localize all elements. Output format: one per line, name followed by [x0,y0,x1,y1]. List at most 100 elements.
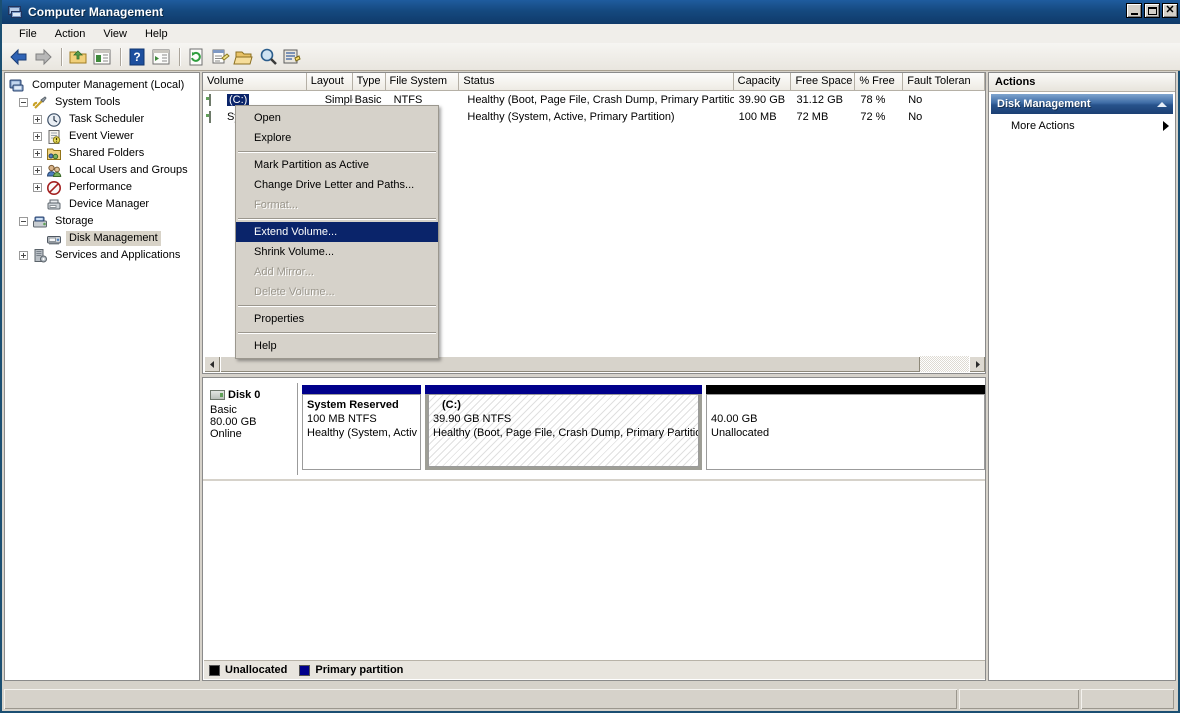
volume-icon [209,111,224,122]
console-tree-pane: Computer Management (Local) System Tools… [4,72,200,681]
computer-icon [9,78,25,94]
up-folder-icon[interactable] [67,46,89,68]
disk-type: Basic [210,404,297,416]
maximize-button[interactable] [1144,3,1160,18]
disk-info[interactable]: Disk 0 Basic 80.00 GB Online [205,383,298,475]
tree-toggle-plus-icon[interactable] [19,251,28,260]
volume-status: Healthy (Boot, Page File, Crash Dump, Pr… [459,94,733,106]
context-menu-item-properties[interactable]: Properties [236,309,438,329]
close-button[interactable]: ✕ [1162,3,1178,18]
tree-toggle-plus-icon[interactable] [33,183,42,192]
menu-help[interactable]: Help [136,26,177,42]
back-icon[interactable] [8,46,30,68]
partition-c[interactable]: (C:) 39.90 GB NTFS Healthy (Boot, Page F… [425,385,702,470]
tree-item-storage[interactable]: Storage [5,213,199,230]
event-viewer-icon [46,129,62,145]
partition-status: Healthy (System, Activ [307,426,420,440]
partition-name: System Reserved [307,398,420,412]
menu-action[interactable]: Action [46,26,95,42]
tree-item-local-users-and-groups[interactable]: Local Users and Groups [5,162,199,179]
actions-header: Actions [989,73,1175,92]
tree-toggle-plus-icon[interactable] [33,132,42,141]
column-header-free-space[interactable]: Free Space [791,73,855,90]
tree-item-event-viewer[interactable]: Event Viewer [5,128,199,145]
legend-label-unallocated: Unallocated [225,664,287,676]
tree-item-device-manager[interactable]: Device Manager [5,196,199,213]
show-hide-action-pane-icon[interactable] [150,46,172,68]
computer-management-icon [7,4,23,20]
column-header-percent-free[interactable]: % Free [855,73,903,90]
context-menu-separator [238,218,436,219]
sidebar-item-disk-management[interactable]: Disk Management [5,230,199,247]
partition-system-reserved[interactable]: System Reserved 100 MB NTFS Healthy (Sys… [302,385,421,470]
partition-status: Healthy (Boot, Page File, Crash Dump, Pr… [433,426,698,440]
column-header-layout[interactable]: Layout [307,73,353,90]
partition-color-bar [706,385,985,394]
tree-toggle-plus-icon[interactable] [33,115,42,124]
forward-icon[interactable] [32,46,54,68]
context-menu-item-open[interactable]: Open [236,108,438,128]
tree-item-task-scheduler[interactable]: Task Scheduler [5,111,199,128]
context-menu-item-change-drive-letter-and-paths[interactable]: Change Drive Letter and Paths... [236,175,438,195]
tree-item-services-and-applications[interactable]: Services and Applications [5,247,199,264]
console-tree: Computer Management (Local) System Tools… [5,73,199,264]
menu-file[interactable]: File [10,26,46,42]
context-menu-separator [238,305,436,306]
legend-swatch-primary-partition [299,665,310,676]
refresh-icon[interactable] [185,46,207,68]
partition-size: 39.90 GB NTFS [433,412,698,426]
find-icon[interactable] [257,46,279,68]
status-pane-main [4,689,957,709]
close-icon: ✕ [1165,5,1174,16]
context-menu-separator [238,332,436,333]
rescan-disks-icon[interactable] [281,46,303,68]
menu-view[interactable]: View [94,26,136,42]
open-folder-icon[interactable] [233,46,255,68]
context-menu-item-shrink-volume[interactable]: Shrink Volume... [236,242,438,262]
services-icon [32,248,48,264]
volume-fault-tolerance: No [903,94,985,106]
toolbar: ? [2,43,1180,71]
context-menu-item-help[interactable]: Help [236,336,438,356]
column-header-fault-tolerance[interactable]: Fault Toleran [903,73,985,90]
context-menu-item-explore[interactable]: Explore [236,128,438,148]
tree-toggle-plus-icon[interactable] [33,166,42,175]
tree-toggle-minus-icon[interactable] [19,217,28,226]
tree-item-computer-management[interactable]: Computer Management (Local) [5,77,199,94]
context-menu-separator [238,151,436,152]
column-header-volume[interactable]: Volume [203,73,307,90]
show-hide-console-tree-icon[interactable] [91,46,113,68]
volume-capacity: 100 MB [734,111,792,123]
minimize-button[interactable] [1126,3,1142,18]
action-more-actions[interactable]: More Actions [989,116,1175,136]
column-header-type[interactable]: Type [353,73,386,90]
context-menu-item-extend-volume[interactable]: Extend Volume... [236,222,438,242]
tree-item-label: Storage [52,214,97,229]
scrollbar-track[interactable] [920,356,969,372]
tree-item-performance[interactable]: Performance [5,179,199,196]
scroll-right-arrow-icon[interactable] [969,356,985,372]
tree-item-shared-folders[interactable]: Shared Folders [5,145,199,162]
tree-item-system-tools[interactable]: System Tools [5,94,199,111]
column-header-status[interactable]: Status [459,73,733,90]
volume-capacity: 39.90 GB [734,94,792,106]
scroll-left-arrow-icon[interactable] [204,356,220,372]
tree-toggle-minus-icon[interactable] [19,98,28,107]
partition-color-bar [425,385,702,394]
column-header-file-system[interactable]: File System [386,73,460,90]
disk-title: Disk 0 [210,389,297,401]
svg-text:?: ? [133,50,140,64]
context-menu-item-mark-partition-as-active[interactable]: Mark Partition as Active [236,155,438,175]
disk-row: Disk 0 Basic 80.00 GB Online System Rese… [205,383,985,475]
chevron-up-icon[interactable] [1157,102,1167,107]
partition-unallocated[interactable]: 40.00 GB Unallocated [706,385,985,470]
actions-group-disk-management[interactable]: Disk Management [991,94,1173,114]
tree-toggle-plus-icon[interactable] [33,149,42,158]
properties-icon[interactable] [209,46,231,68]
title-bar: Computer Management ✕ [2,0,1180,24]
partition-name: (C:) [433,398,698,412]
clock-icon [46,112,62,128]
help-icon[interactable]: ? [126,46,148,68]
column-header-capacity[interactable]: Capacity [734,73,792,90]
context-menu-item-delete-volume: Delete Volume... [236,282,438,302]
